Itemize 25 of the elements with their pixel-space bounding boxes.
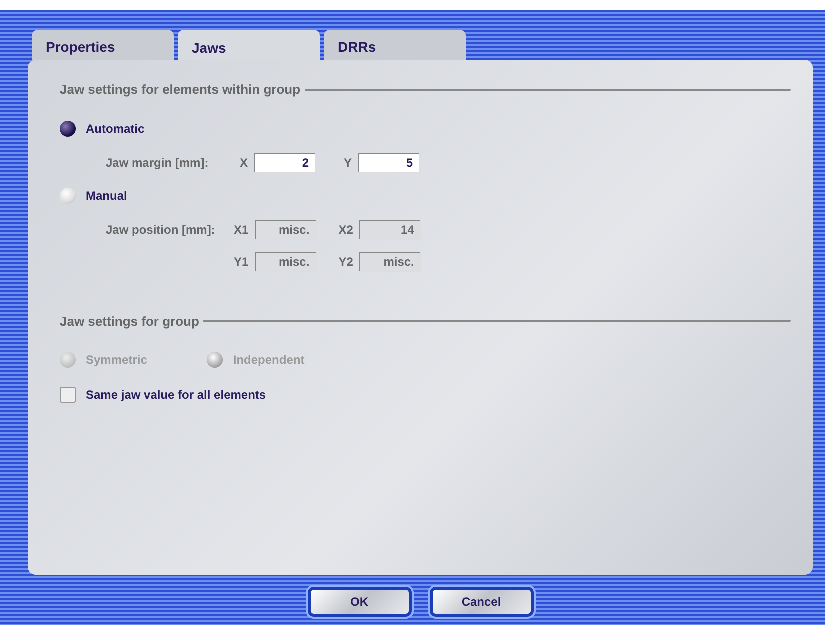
tab[interactable]: Properties <box>32 30 174 60</box>
tab[interactable]: DRRs <box>324 30 466 60</box>
field-label: Jaw margin [mm]: <box>106 154 210 172</box>
section-title: Jaw settings for elements within group <box>60 81 301 99</box>
field-label: X2 <box>338 222 354 238</box>
checkbox-label: Same jaw value for all elements <box>86 387 266 404</box>
field-label: Jaw position [mm]: <box>106 222 216 238</box>
radio-button[interactable] <box>60 120 76 136</box>
radio-label: Automatic <box>86 120 145 138</box>
field-label: Y1 <box>234 254 249 270</box>
section-title: Jaw settings for group <box>60 312 200 331</box>
dialog-button[interactable]: OK <box>308 587 412 617</box>
radio-button[interactable] <box>60 188 76 204</box>
field-label: X <box>238 154 248 172</box>
field-label: Y <box>342 154 352 172</box>
checkbox[interactable] <box>60 387 76 403</box>
radio-label: Symmetric <box>86 352 148 369</box>
field-label: X1 <box>234 222 249 238</box>
input-field[interactable]: 5 <box>358 152 420 172</box>
radio-label: Independent <box>233 352 305 369</box>
input-field[interactable]: 2 <box>254 152 316 172</box>
field-label: Y2 <box>338 254 354 270</box>
radio-label: Manual <box>86 188 128 204</box>
tab[interactable]: Jaws <box>178 30 320 62</box>
dialog-button[interactable]: Cancel <box>430 587 534 617</box>
